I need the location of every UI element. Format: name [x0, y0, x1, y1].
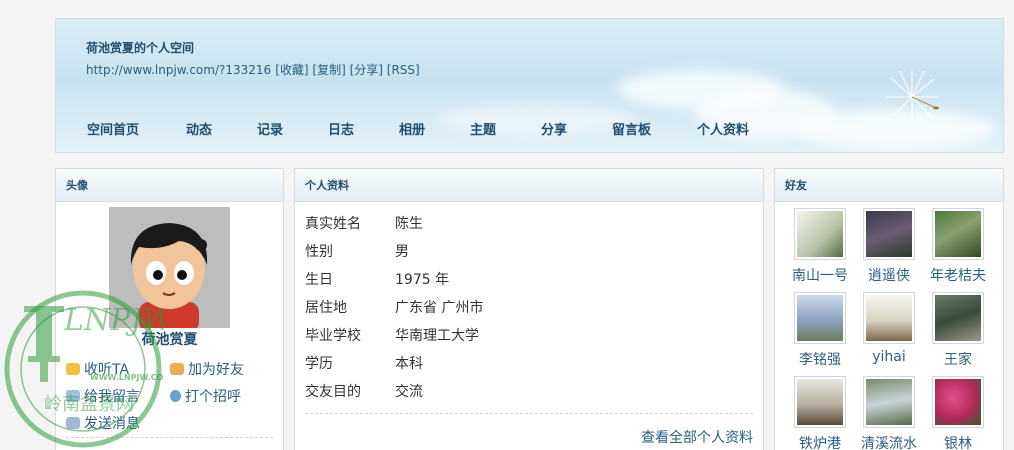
friend-name[interactable]: 逍遥侠 [856, 265, 922, 285]
nav-home[interactable]: 空间首页 [87, 119, 139, 138]
friend-avatar[interactable] [863, 376, 915, 428]
friend-item[interactable]: 铁炉港 [787, 376, 853, 450]
leave-message-label: 给我留言 [84, 389, 140, 405]
nav-feed[interactable]: 动态 [186, 119, 212, 138]
friend-item[interactable]: 逍遥侠 [856, 208, 922, 285]
profile-label: 居住地 [305, 300, 347, 316]
add-friend-button[interactable]: 加为好友 [170, 359, 244, 379]
profile-label: 性别 [305, 244, 333, 260]
add-friend-label: 加为好友 [188, 362, 244, 378]
add-friend-icon [170, 363, 184, 375]
friend-item[interactable]: 李铭强 [787, 292, 853, 369]
divider [66, 437, 273, 438]
space-url[interactable]: http://www.lnpjw.com/?133216 [86, 63, 271, 77]
greet-icon [170, 390, 181, 402]
view-full-profile-link[interactable]: 查看全部个人资料 [641, 427, 753, 447]
friend-item[interactable]: 银林 [925, 376, 991, 450]
nav-blog[interactable]: 日志 [328, 119, 354, 138]
envelope-icon [66, 417, 80, 429]
nav-album[interactable]: 相册 [399, 119, 425, 138]
friend-item[interactable]: 清溪流水 [856, 376, 922, 450]
space-url-line: http://www.lnpjw.com/?133216 [收藏] [复制] [分… [86, 61, 420, 78]
friend-name[interactable]: 银林 [925, 433, 991, 450]
nav-share[interactable]: 分享 [541, 119, 567, 138]
friends-panel: 好友 南山一号 逍遥侠 年老桔夫 李铭强 yihai 王家 铁炉港 清溪流水 银… [774, 168, 1004, 450]
cartoon-avatar-icon [109, 207, 230, 328]
avatar-name: 荷池赏夏 [141, 332, 198, 348]
profile-panel-title: 个人资料 [295, 169, 763, 202]
greet-button[interactable]: 打个招呼 [170, 386, 241, 406]
friend-name[interactable]: 年老桔夫 [925, 265, 991, 285]
space-header-banner: 荷池赏夏的个人空间 http://www.lnpjw.com/?133216 [收… [55, 18, 1004, 153]
send-message-label: 发送消息 [84, 416, 140, 432]
friend-name[interactable]: yihai [856, 349, 922, 365]
nav-guestbook[interactable]: 留言板 [612, 119, 651, 138]
friends-panel-title: 好友 [775, 169, 1003, 202]
follow-button[interactable]: 收听TA [66, 359, 129, 379]
profile-label: 交友目的 [305, 384, 361, 400]
profile-value: 陈生 [395, 216, 423, 232]
profile-label: 生日 [305, 272, 333, 288]
profile-label: 真实姓名 [305, 216, 361, 232]
friend-item[interactable]: 王家 [925, 292, 991, 369]
message-icon [66, 390, 80, 402]
friend-item[interactable]: yihai [856, 292, 922, 365]
nav-topics[interactable]: 主题 [470, 119, 496, 138]
profile-value: 广东省 广州市 [395, 300, 484, 316]
copy-link[interactable]: [复制] [312, 63, 345, 77]
dandelion-icon [886, 70, 939, 123]
friend-name[interactable]: 清溪流水 [856, 433, 922, 450]
follow-icon [66, 363, 80, 375]
profile-panel: 个人资料 真实姓名 陈生 性别 男 生日 1975 年 居住地 广东省 广州市 … [294, 168, 764, 450]
nav-records[interactable]: 记录 [257, 119, 283, 138]
send-message-button[interactable]: 发送消息 [66, 413, 140, 433]
friend-avatar[interactable] [863, 208, 915, 260]
friend-avatar[interactable] [932, 208, 984, 260]
profile-value: 男 [395, 244, 409, 260]
friend-item[interactable]: 南山一号 [787, 208, 853, 285]
avatar-panel: 头像 荷池赏夏 收听TA 加为好友 给我留言 打个招呼 发送消息 [55, 168, 284, 450]
space-nav: 空间首页 动态 记录 日志 相册 主题 分享 留言板 个人资料 [56, 119, 1003, 139]
friend-name[interactable]: 南山一号 [787, 265, 853, 285]
avatar-panel-title: 头像 [56, 169, 283, 202]
friend-name[interactable]: 李铭强 [787, 349, 853, 369]
friend-avatar[interactable] [794, 376, 846, 428]
follow-label: 收听TA [84, 362, 130, 378]
friend-avatar[interactable] [932, 376, 984, 428]
friend-item[interactable]: 年老桔夫 [925, 208, 991, 285]
avatar[interactable] [109, 207, 230, 328]
friend-avatar[interactable] [932, 292, 984, 344]
friend-avatar[interactable] [794, 208, 846, 260]
leave-message-button[interactable]: 给我留言 [66, 386, 140, 406]
friend-name[interactable]: 铁炉港 [787, 433, 853, 450]
profile-value: 1975 年 [395, 272, 450, 288]
share-link[interactable]: [分享] [350, 63, 383, 77]
profile-label: 毕业学校 [305, 328, 361, 344]
profile-value: 本科 [395, 356, 423, 372]
profile-value: 华南理工大学 [395, 328, 479, 344]
rss-link[interactable]: [RSS] [387, 63, 420, 77]
profile-label: 学历 [305, 356, 333, 372]
space-title: 荷池赏夏的个人空间 [86, 41, 195, 55]
bookmark-link[interactable]: [收藏] [275, 63, 308, 77]
nav-profile[interactable]: 个人资料 [697, 119, 749, 138]
profile-value: 交流 [395, 384, 423, 400]
friend-avatar[interactable] [863, 292, 915, 344]
friend-name[interactable]: 王家 [925, 349, 991, 369]
friend-avatar[interactable] [794, 292, 846, 344]
greet-label: 打个招呼 [185, 389, 241, 405]
divider [305, 413, 753, 414]
